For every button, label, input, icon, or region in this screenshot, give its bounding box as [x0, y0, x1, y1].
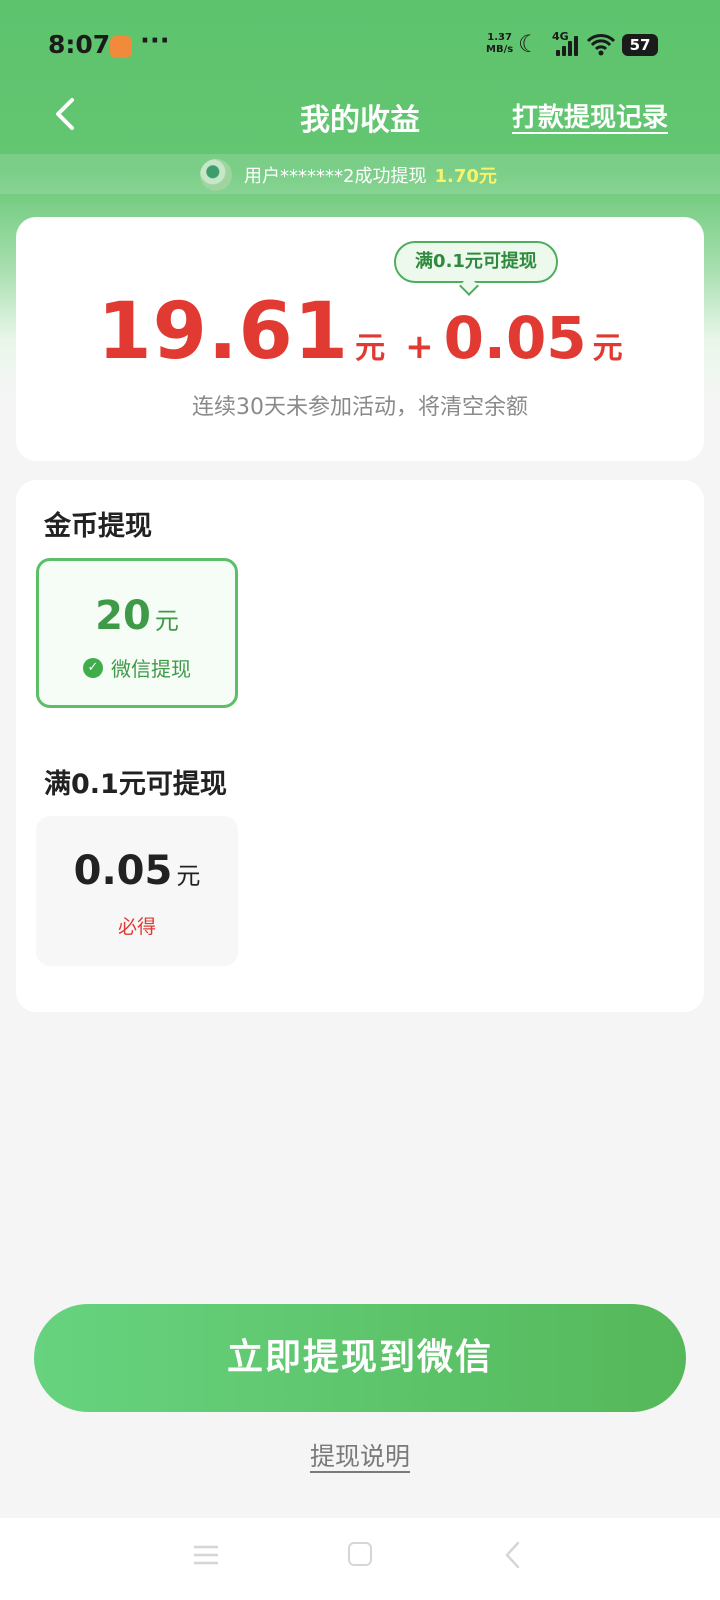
- min-withdraw-option[interactable]: 0.05 元 必得: [36, 816, 238, 966]
- min-option-unit: 元: [176, 862, 201, 890]
- status-time: 8:07: [48, 30, 111, 59]
- coin-withdraw-option[interactable]: 20 元 ✓ 微信提现: [36, 558, 238, 708]
- network-speed-unit: MB/s: [486, 44, 514, 55]
- wifi-icon: [586, 34, 616, 56]
- min-withdraw-title: 满0.1元可提现: [44, 769, 227, 800]
- withdraw-ticker: 用户*******2成功提现 1.70元: [0, 154, 720, 194]
- min-withdraw-tooltip: 满0.1元可提现: [394, 241, 558, 283]
- user-avatar: [200, 159, 232, 191]
- coin-option-amount: 20: [95, 593, 151, 639]
- min-option-tag: 必得: [117, 916, 156, 938]
- balance-extra-unit: 元: [592, 331, 623, 366]
- balance-plus: +: [405, 327, 434, 367]
- system-back-icon[interactable]: [502, 1540, 524, 1570]
- balance-amount: 19.61 元 +0.05 元: [16, 287, 704, 377]
- network-speed: 1.37 MB/s: [486, 32, 513, 56]
- withdraw-options-card: 金币提现 20 元 ✓ 微信提现 满0.1元可提现 0.05 元 必得: [16, 480, 704, 1012]
- wechat-check-icon: ✓: [83, 657, 103, 678]
- balance-warning: 连续30天未参加活动，将清空余额: [192, 395, 528, 420]
- network-speed-value: 1.37: [487, 32, 512, 43]
- more-notifications-icon: ···: [140, 26, 170, 56]
- coin-option-method: 微信提现: [111, 657, 191, 681]
- balance-extra-value: 0.05: [443, 304, 587, 372]
- coin-withdraw-title: 金币提现: [44, 511, 152, 542]
- balance-card: 满0.1元可提现 19.61 元 +0.05 元 连续30天未参加活动，将清空余额: [16, 217, 704, 461]
- ticker-amount: 1.70元: [434, 166, 497, 187]
- status-bar: 8:07 ··· 1.37 MB/s ☾ 4G 57: [0, 0, 720, 92]
- withdraw-records-link[interactable]: 打款提现记录: [512, 97, 668, 134]
- ticker-text: 用户*******2成功提现: [244, 166, 427, 187]
- battery-icon: 57: [622, 34, 658, 56]
- withdraw-help-link[interactable]: 提现说明: [0, 1437, 720, 1473]
- app-notification-icon: [110, 36, 132, 58]
- balance-main-unit: 元: [355, 331, 386, 366]
- home-icon[interactable]: [348, 1542, 372, 1566]
- signal-icon: [554, 34, 580, 56]
- system-navigation-bar: [0, 1518, 720, 1600]
- recent-apps-icon[interactable]: [193, 1544, 219, 1566]
- withdraw-to-wechat-button[interactable]: 立即提现到微信: [34, 1304, 686, 1412]
- earnings-page: 8:07 ··· 1.37 MB/s ☾ 4G 57 我的收益 打款提现记录 用…: [0, 0, 720, 1600]
- coin-option-unit: 元: [154, 607, 179, 635]
- balance-main-value: 19.61: [97, 287, 350, 377]
- do-not-disturb-icon: ☾: [518, 30, 540, 58]
- min-option-amount: 0.05: [73, 848, 173, 894]
